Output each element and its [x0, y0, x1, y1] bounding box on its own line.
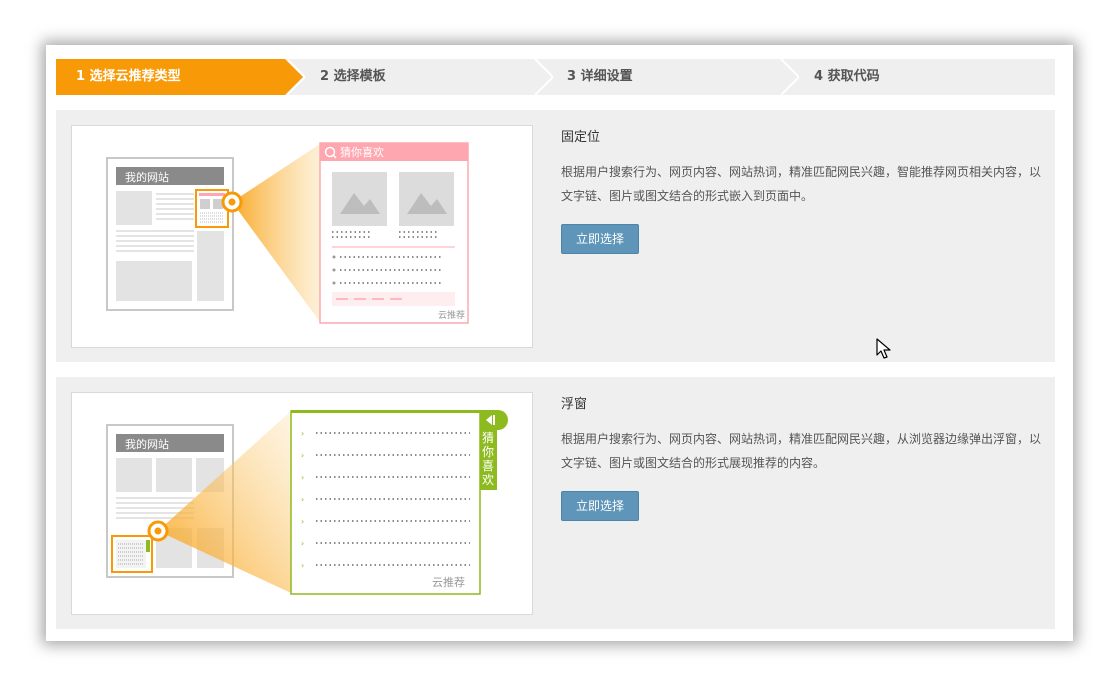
- site-label: 我的网站: [125, 170, 169, 184]
- brand-label: 云推荐: [438, 309, 465, 321]
- widget-title-char: 喜: [482, 459, 494, 473]
- site-label: 我的网站: [125, 437, 169, 451]
- step-4[interactable]: 4 获取代码: [814, 59, 880, 95]
- option-title: 浮窗: [561, 397, 588, 412]
- step-bar: 1 选择云推荐类型 2 选择模板 3 详细设置 4 获取代码: [56, 59, 1055, 95]
- svg-text:›: ›: [301, 495, 304, 504]
- select-float-button[interactable]: 立即选择: [561, 491, 639, 521]
- widget-title-char: 欢: [482, 472, 494, 487]
- fixed-illustration-graphic: 我的网站 猜你喜欢 云推荐: [106, 142, 469, 324]
- svg-text:›: ›: [301, 451, 304, 460]
- option-description: 根据用户搜索行为、网页内容、网站热词，精准匹配网民兴趣，从浏览器边缘弹出浮窗，以…: [561, 432, 1042, 470]
- float-illustration: 我的网站 › › › › › › › 云推荐 猜 你 喜 欢: [71, 392, 533, 615]
- step-separator: [286, 59, 305, 95]
- fixed-illustration: 我的网站 猜你喜欢 云推荐: [71, 125, 533, 348]
- step-separator: [780, 59, 799, 95]
- mouse-cursor-icon: [876, 338, 891, 359]
- svg-text:›: ›: [301, 539, 304, 548]
- wizard-window: 1 选择云推荐类型 2 选择模板 3 详细设置 4 获取代码 我的网站 猜你喜欢…: [46, 45, 1073, 641]
- widget-title-char: 猜: [482, 431, 494, 445]
- option-title: 固定位: [561, 130, 601, 145]
- svg-text:›: ›: [301, 561, 304, 570]
- step-3[interactable]: 3 详细设置: [567, 59, 633, 95]
- svg-text:›: ›: [301, 473, 304, 482]
- option-fixed-panel: 我的网站 猜你喜欢 云推荐 固定位 根据用户搜索行为、网页内容、网站热词，精准匹…: [56, 110, 1055, 362]
- select-fixed-button[interactable]: 立即选择: [561, 224, 639, 254]
- option-description: 根据用户搜索行为、网页内容、网站热词，精准匹配网民兴趣，智能推荐网页相关内容，以…: [561, 165, 1042, 203]
- step-separator: [534, 59, 553, 95]
- float-illustration-graphic: 我的网站 ››› ››› › 云推荐 猜 你 喜 欢: [106, 410, 508, 595]
- svg-text:›: ›: [301, 517, 304, 526]
- brand-label: 云推荐: [432, 575, 465, 589]
- step-1[interactable]: 1 选择云推荐类型: [56, 59, 303, 95]
- widget-title-char: 你: [482, 445, 494, 459]
- widget-title: 猜你喜欢: [340, 145, 384, 159]
- step-2[interactable]: 2 选择模板: [320, 59, 386, 95]
- option-float-panel: 我的网站 › › › › › › › 云推荐 猜 你 喜 欢 浮窗 根据用户搜索…: [56, 377, 1055, 629]
- svg-text:›: ›: [301, 429, 304, 438]
